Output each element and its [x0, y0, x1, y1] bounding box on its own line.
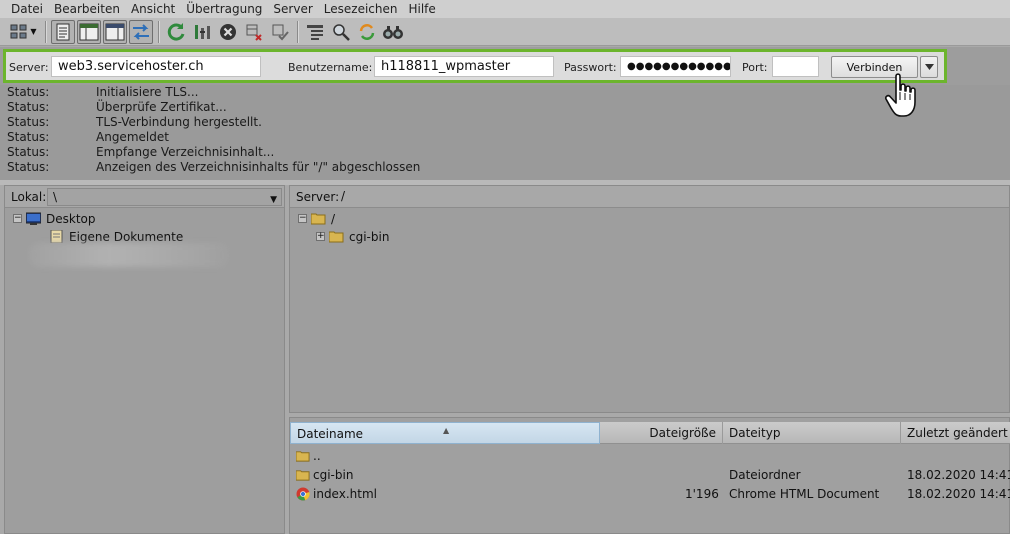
remote-tree-icon: [105, 23, 125, 40]
chrome-icon: [296, 487, 310, 501]
quickconnect-highlight: Server: web3.servicehoster.ch Benutzerna…: [3, 49, 947, 83]
sync-browse-button[interactable]: [355, 20, 379, 44]
log-row: Status: TLS-Verbindung hergestellt.: [7, 115, 262, 129]
expand-icon[interactable]: +: [316, 232, 325, 241]
quickconnect-bar: Server: web3.servicehoster.ch Benutzerna…: [0, 47, 1010, 85]
cancel-button[interactable]: [216, 20, 240, 44]
toolbar-separator: [297, 20, 298, 43]
local-path-value: \: [53, 190, 58, 204]
compare-button[interactable]: [329, 20, 353, 44]
message-log[interactable]: Status: Initialisiere TLS... Status: Überp…: [0, 85, 1010, 180]
remote-tree-item-root[interactable]: − /: [298, 210, 335, 227]
local-path-label: Lokal:: [11, 190, 47, 204]
toggle-remote-tree-button[interactable]: [103, 19, 127, 44]
tree-label: /: [331, 211, 336, 226]
menu-server[interactable]: Server: [268, 0, 317, 18]
toggle-transfer-queue-button[interactable]: [129, 19, 153, 44]
folder-icon: [311, 213, 326, 225]
table-row[interactable]: index.html 1'196 Chrome HTML Document 18…: [290, 484, 1010, 504]
password-input[interactable]: ●●●●●●●●●●●●●●: [620, 56, 731, 77]
remote-tree-item-cgi-bin[interactable]: + cgi-bin: [316, 228, 389, 245]
remote-path-value: /: [341, 189, 346, 203]
remote-path-label: Server:: [296, 190, 340, 204]
local-path-combobox[interactable]: \ ▼: [47, 188, 282, 206]
username-label: Benutzername:: [288, 61, 373, 74]
folder-icon: [329, 231, 344, 243]
refresh-button[interactable]: [164, 20, 188, 44]
password-label: Passwort:: [564, 61, 617, 74]
remote-file-list[interactable]: ▲ Dateiname Dateigröße Dateityp Zuletzt …: [289, 417, 1010, 534]
disconnect-button[interactable]: [242, 20, 266, 44]
log-row: Status: Angemeldet: [7, 130, 169, 144]
transfer-queue-icon: [133, 23, 149, 40]
tree-label: Eigene Dokumente: [69, 229, 184, 244]
table-row[interactable]: cgi-bin Dateiordner 18.02.2020 14:41:11: [290, 465, 1010, 485]
port-label: Port:: [742, 61, 768, 74]
filter-button[interactable]: [303, 20, 327, 44]
folder-icon: [296, 470, 310, 481]
menu-ansicht[interactable]: Ansicht: [126, 0, 180, 18]
toolbar-separator: [45, 20, 46, 43]
menu-bar: Datei Bearbeiten Ansicht Übertragung Ser…: [0, 0, 1010, 18]
disconnect-icon: [246, 24, 262, 41]
remote-path-input[interactable]: /: [336, 188, 1008, 206]
tree-label: Desktop: [46, 211, 96, 226]
table-row[interactable]: ..: [290, 446, 1010, 466]
menu-datei[interactable]: Datei: [6, 0, 48, 18]
search-button[interactable]: [381, 20, 405, 44]
search-icon: [383, 25, 403, 39]
column-filetype[interactable]: Dateityp: [723, 422, 901, 444]
toggle-message-log-button[interactable]: [51, 19, 75, 44]
local-path-bar: Lokal: \ ▼: [5, 186, 284, 208]
log-row: Status: Anzeigen des Verzeichnisinhalts f…: [7, 160, 421, 174]
cancel-icon: [220, 23, 236, 40]
toolbar: ▼: [0, 18, 1010, 46]
menu-lesezeichen[interactable]: Lesezeichen: [319, 0, 403, 18]
reconnect-icon: [272, 24, 289, 40]
chevron-down-icon[interactable]: ▼: [30, 27, 36, 36]
redacted-area: [29, 243, 229, 267]
local-tree-icon: [79, 23, 99, 40]
process-queue-icon: [195, 24, 210, 39]
port-input[interactable]: [772, 56, 819, 77]
local-tree-item-desktop[interactable]: − Desktop: [13, 210, 96, 227]
server-label: Server:: [9, 61, 49, 74]
chevron-down-icon[interactable]: ▼: [270, 192, 277, 208]
menu-uebertragung[interactable]: Übertragung: [181, 0, 267, 18]
sync-browse-icon: [359, 23, 375, 40]
process-queue-button[interactable]: [190, 20, 214, 44]
column-filesize[interactable]: Dateigröße: [600, 422, 723, 444]
file-list-header: ▲ Dateiname Dateigröße Dateityp Zuletzt …: [290, 422, 1010, 444]
compare-icon: [333, 23, 350, 41]
column-filename[interactable]: ▲ Dateiname: [290, 422, 600, 444]
toolbar-separator: [158, 20, 159, 43]
chevron-down-icon: [924, 64, 934, 70]
tree-label: cgi-bin: [349, 229, 390, 244]
remote-path-bar: Server: /: [290, 186, 1009, 208]
column-modified[interactable]: Zuletzt geändert: [901, 422, 1010, 444]
collapse-icon[interactable]: −: [13, 214, 22, 223]
username-input[interactable]: h118811_wpmaster: [374, 56, 554, 77]
site-manager-button[interactable]: ▼: [6, 20, 40, 44]
sort-ascending-icon: ▲: [443, 426, 450, 435]
refresh-icon: [167, 22, 185, 41]
log-row: Status: Initialisiere TLS...: [7, 85, 199, 99]
message-log-icon: [56, 23, 70, 40]
site-manager-icon: [10, 24, 27, 38]
remote-pane: Server: / − / + cgi-bin: [289, 185, 1010, 413]
desktop-icon: [26, 212, 41, 225]
log-row: Status: Überprüfe Zertifikat...: [7, 100, 227, 114]
filter-icon: [307, 24, 323, 40]
server-input[interactable]: web3.servicehoster.ch: [51, 56, 261, 77]
menu-hilfe[interactable]: Hilfe: [403, 0, 440, 18]
reconnect-button[interactable]: [268, 20, 292, 44]
documents-icon: [50, 230, 63, 243]
hand-cursor-icon: [885, 73, 916, 117]
menu-bearbeiten[interactable]: Bearbeiten: [49, 0, 125, 18]
local-pane: Lokal: \ ▼ − Desktop Eigene Dokumente: [4, 185, 285, 534]
toggle-local-tree-button[interactable]: [77, 19, 101, 44]
folder-icon: [296, 451, 310, 462]
collapse-icon[interactable]: −: [298, 214, 307, 223]
log-row: Status: Empfange Verzeichnisinhalt...: [7, 145, 275, 159]
